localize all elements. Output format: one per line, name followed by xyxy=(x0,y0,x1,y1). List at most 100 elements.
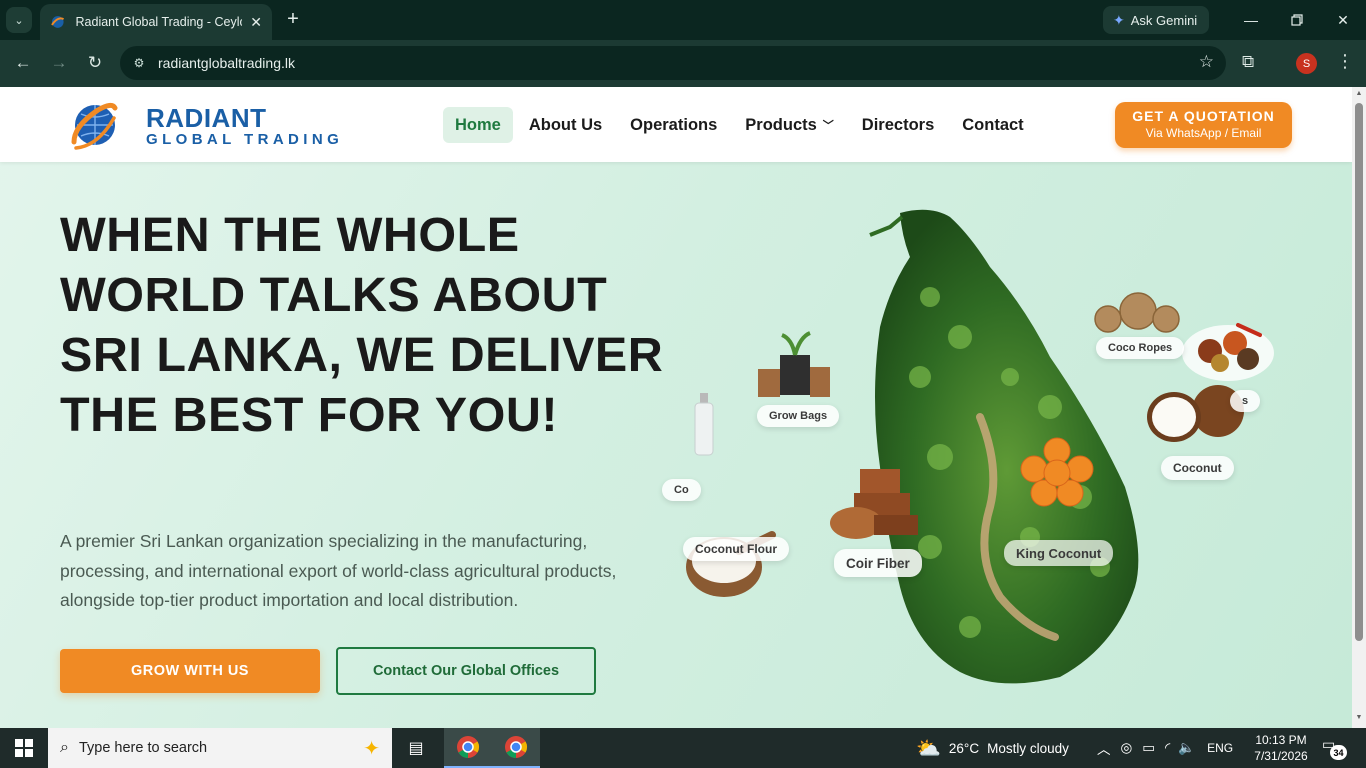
coir-fiber-image xyxy=(830,469,918,539)
address-bar[interactable]: ⚙ radiantglobaltrading.lk ☆ xyxy=(120,46,1226,80)
start-button[interactable] xyxy=(0,728,48,768)
weather-description: Mostly cloudy xyxy=(987,740,1069,756)
taskbar-chrome-profile-1[interactable] xyxy=(444,728,492,768)
tab-title: Radiant Global Trading - Ceylon xyxy=(75,15,243,29)
site-favicon-icon xyxy=(51,16,65,28)
arrow-left-icon: ← xyxy=(14,53,32,72)
scrollbar-thumb[interactable] xyxy=(1355,103,1363,641)
language-indicator[interactable]: ENG xyxy=(1207,741,1233,755)
notification-count-badge: 34 xyxy=(1330,745,1347,760)
browser-tab-active[interactable]: Radiant Global Trading - Ceylon ✕ xyxy=(40,4,272,40)
quotation-title: GET A QUOTATION xyxy=(1132,108,1275,124)
clock-time: 10:13 PM xyxy=(1255,733,1307,747)
radiant-globe-logo[interactable] xyxy=(68,96,122,154)
get-quotation-button[interactable]: GET A QUOTATION Via WhatsApp / Email xyxy=(1115,102,1292,148)
site-header: RADIANT GLOBAL TRADING Home About Us Ope… xyxy=(0,87,1352,162)
coconut-oil-bottle-image xyxy=(694,393,714,456)
arrow-right-icon: → xyxy=(50,53,68,72)
search-icon: ⌕ xyxy=(60,739,69,756)
close-icon: ✕ xyxy=(1337,11,1349,28)
spices-image xyxy=(1182,323,1274,381)
product-label-coco-ropes[interactable]: Coco Ropes xyxy=(1096,337,1185,359)
restore-window-button[interactable] xyxy=(1274,0,1320,40)
task-view-icon: ▤ xyxy=(408,740,424,757)
task-view-button[interactable]: ▤ xyxy=(392,728,440,768)
nav-products[interactable]: Products ﹀ xyxy=(733,107,846,143)
weather-temperature: 26°C xyxy=(948,740,980,756)
clock-date: 7/31/2026 xyxy=(1254,749,1308,763)
product-label-coconut-flour[interactable]: Coconut Flour xyxy=(683,537,789,561)
nav-contact[interactable]: Contact xyxy=(950,107,1035,143)
forward-button[interactable]: → xyxy=(46,50,72,76)
nav-products-label: Products xyxy=(745,115,817,134)
brand-name: RADIANT xyxy=(146,103,267,133)
meet-now-icon[interactable]: ◎ xyxy=(1121,740,1133,756)
scroll-up-arrow-icon[interactable]: ▲ xyxy=(1355,90,1363,98)
weather-widget[interactable]: ⛅ 26°C Mostly cloudy xyxy=(916,728,1069,768)
chevron-down-icon: ﹀ xyxy=(822,120,834,132)
page-scrollbar[interactable]: ▲ ▼ xyxy=(1352,87,1366,728)
product-label-king-coconut[interactable]: King Coconut xyxy=(1004,540,1114,566)
tab-close-icon[interactable]: ✕ xyxy=(250,14,262,31)
show-hidden-icons-chevron-icon[interactable]: ︿ xyxy=(1097,738,1111,758)
product-label-coconut-oil[interactable]: Co xyxy=(662,479,701,501)
hero-title: WHEN THE WHOLE WORLD TALKS ABOUT SRI LAN… xyxy=(60,208,664,442)
chrome-icon xyxy=(505,736,527,758)
nav-directors[interactable]: Directors xyxy=(850,107,946,143)
browser-menu-icon[interactable]: ⋮ xyxy=(1336,51,1354,72)
reload-button[interactable]: ↻ xyxy=(82,50,108,76)
grow-bags-image xyxy=(758,331,830,397)
back-button[interactable]: ← xyxy=(10,50,36,76)
ask-gemini-button[interactable]: ✦ Ask Gemini xyxy=(1103,6,1210,34)
close-window-button[interactable]: ✕ xyxy=(1320,0,1366,40)
chevron-down-icon: ⌄ xyxy=(14,14,24,27)
main-nav: Home About Us Operations Products ﹀ Dire… xyxy=(443,107,1040,143)
coco-ropes-image xyxy=(1094,292,1180,333)
nav-about-us[interactable]: About Us xyxy=(517,107,614,143)
reload-icon: ↻ xyxy=(87,53,103,72)
volume-icon[interactable]: 🔈 xyxy=(1178,740,1195,756)
url-text[interactable]: radiantglobaltrading.lk xyxy=(158,55,295,71)
product-label-coir-fiber[interactable]: Coir Fiber xyxy=(834,549,922,577)
gemini-sparkle-icon: ✦ xyxy=(1113,11,1125,28)
grow-with-us-button[interactable]: GROW WITH US xyxy=(60,649,320,693)
notification-center-button[interactable]: ▭ 34 xyxy=(1322,736,1348,760)
minimize-window-button[interactable]: — xyxy=(1228,0,1274,40)
bookmark-star-icon[interactable]: ☆ xyxy=(1199,52,1214,72)
coconut-image xyxy=(1147,385,1244,442)
search-placeholder: Type here to search xyxy=(78,740,208,756)
nav-home[interactable]: Home xyxy=(443,107,513,143)
nav-operations[interactable]: Operations xyxy=(618,107,729,143)
cloudy-weather-icon: ⛅ xyxy=(916,737,941,760)
ask-gemini-label: Ask Gemini xyxy=(1130,12,1198,28)
page-viewport: RADIANT GLOBAL TRADING Home About Us Ope… xyxy=(0,87,1352,728)
taskbar-search[interactable]: ⌕ Type here to search ✦ xyxy=(48,728,392,768)
site-info-icon[interactable]: ⚙ xyxy=(128,52,150,74)
product-label-grow-bags[interactable]: Grow Bags xyxy=(757,405,840,427)
product-label-coconut[interactable]: Coconut xyxy=(1161,456,1234,480)
extensions-puzzle-icon[interactable]: ⧉ xyxy=(1242,52,1254,72)
taskbar-chrome-profile-2[interactable] xyxy=(492,728,540,768)
quotation-subtitle: Via WhatsApp / Email xyxy=(1145,126,1262,140)
browser-toolbar: ← → ↻ ⚙ radiantglobaltrading.lk ☆ ⧉ S ⋮ xyxy=(0,40,1366,87)
tab-search-button[interactable]: ⌄ xyxy=(6,7,32,33)
browser-tab-bar: ⌄ Radiant Global Trading - Ceylon ✕ + ✦ … xyxy=(0,0,1366,40)
minimize-icon: — xyxy=(1244,12,1258,28)
battery-icon[interactable]: ▭ xyxy=(1142,740,1155,756)
contact-global-offices-button[interactable]: Contact Our Global Offices xyxy=(336,647,596,695)
taskbar-clock[interactable]: 10:13 PM 7/31/2026 xyxy=(1250,732,1312,764)
king-coconut-image xyxy=(1020,437,1094,507)
windows-logo-icon xyxy=(15,739,33,757)
sri-lanka-map-illustration xyxy=(869,209,1139,684)
brand-tagline: GLOBAL TRADING xyxy=(146,131,344,148)
profile-avatar[interactable]: S xyxy=(1296,53,1317,74)
chrome-icon xyxy=(457,736,479,758)
hero-subtitle: A premier Sri Lankan organization specia… xyxy=(60,531,617,610)
new-tab-button[interactable]: + xyxy=(282,8,304,30)
search-highlight-sparkle-icon: ✦ xyxy=(363,738,380,760)
restore-icon xyxy=(1291,14,1303,26)
product-label-spices[interactable]: s xyxy=(1230,390,1261,412)
windows-taskbar: ⌕ Type here to search ✦ ▤ ⛅ 26°C Mostly … xyxy=(0,728,1366,768)
wifi-icon[interactable]: ◜ xyxy=(1165,740,1170,756)
scroll-down-arrow-icon[interactable]: ▼ xyxy=(1355,714,1363,722)
